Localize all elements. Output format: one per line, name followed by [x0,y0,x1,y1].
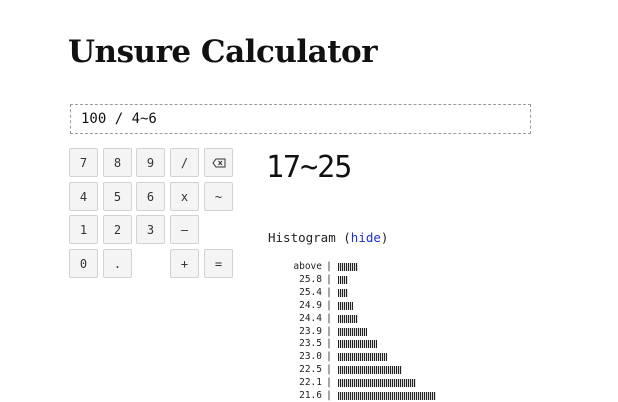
histogram-row-separator: | [326,338,332,350]
histogram-bar [338,288,348,297]
histogram-row: 23.9 | [270,326,336,338]
key-5-label: 5 [113,189,122,204]
histogram-row-label: 24.4 [299,312,322,324]
key-7[interactable]: 7 [69,148,98,177]
histogram-row-label: 22.5 [299,364,322,376]
key-6-label: 6 [146,189,155,204]
histogram-heading: Histogram [268,230,336,245]
histogram-open-paren: ( [343,230,351,245]
result-display: 17~25 [266,150,352,185]
histogram-row: 24.4 | [270,313,336,325]
key-0[interactable]: 0 [69,249,98,278]
key-multiply[interactable]: x [170,182,199,211]
histogram-row-separator: | [326,312,332,324]
histogram-row: above | [270,261,336,273]
key-tilde-label: ~ [214,189,223,204]
key-8[interactable]: 8 [103,148,132,177]
page-title: Unsure Calculator [68,34,378,70]
key-1[interactable]: 1 [69,215,98,244]
histogram-bar [338,263,358,271]
key-divide-label: / [180,155,189,170]
key-divide[interactable]: / [170,148,199,177]
key-4[interactable]: 4 [69,182,98,211]
key-decimal[interactable]: . [103,249,132,278]
key-2[interactable]: 2 [103,215,132,244]
histogram-bar [338,275,348,284]
histogram-bar [338,314,358,323]
histogram-bar [338,301,353,310]
histogram-header: Histogram (hide) [268,230,388,245]
histogram-row-label: 21.6 [299,390,322,401]
key-decimal-label: . [113,256,122,271]
key-plus-label: + [180,256,189,271]
key-2-label: 2 [113,222,122,237]
histogram-row-separator: | [326,261,332,272]
histogram-row-label: 23.9 [299,325,322,337]
key-0-label: 0 [79,256,88,271]
backspace-key[interactable] [204,148,233,177]
histogram-row: 25.4 | [270,287,336,299]
histogram-row: 24.9 | [270,300,336,312]
histogram-row-label: 23.0 [299,351,322,363]
histogram-row: 22.1 | [270,377,336,389]
histogram-bar [338,353,387,362]
histogram-row: 22.5 | [270,364,336,376]
key-1-label: 1 [79,222,88,237]
histogram-row-separator: | [326,351,332,363]
histogram-bar [338,340,377,349]
histogram-row-separator: | [326,325,332,337]
histogram-row-label: 23.5 [299,338,322,350]
histogram-row-label: 25.8 [299,273,322,285]
key-minus-label: – [180,222,189,237]
histogram-row-label: 25.4 [299,286,322,298]
histogram-row: 23.5 | [270,338,336,350]
histogram-row-separator: | [326,364,332,376]
key-7-label: 7 [79,155,88,170]
key-multiply-label: x [180,189,189,204]
histogram-hide-link[interactable]: hide [351,230,381,245]
histogram-close-paren: ) [380,230,389,245]
key-9-label: 9 [146,155,155,170]
key-3[interactable]: 3 [136,215,165,244]
key-equals-label: = [214,256,223,271]
histogram-row-label: above [293,261,322,272]
histogram-bar [338,379,416,388]
key-equals[interactable]: = [204,249,233,278]
key-plus[interactable]: + [170,249,199,278]
histogram-row-separator: | [326,299,332,311]
histogram-row-separator: | [326,273,332,285]
histogram-row-separator: | [326,286,332,298]
backspace-icon [211,158,226,168]
histogram-row-label: 24.9 [299,299,322,311]
histogram-row: 23.0 | [270,351,336,363]
key-6[interactable]: 6 [136,182,165,211]
key-3-label: 3 [146,222,155,237]
histogram-row: 21.6 | [270,390,336,402]
histogram-bar [338,392,436,400]
histogram-row-label: 22.1 [299,377,322,389]
expression-input[interactable] [70,104,531,134]
key-4-label: 4 [79,189,88,204]
histogram-row-separator: | [326,390,332,401]
key-tilde[interactable]: ~ [204,182,233,211]
key-5[interactable]: 5 [103,182,132,211]
key-8-label: 8 [113,155,122,170]
histogram-row-separator: | [326,377,332,389]
key-9[interactable]: 9 [136,148,165,177]
histogram-bar [338,366,402,375]
histogram-bar [338,327,367,336]
key-minus[interactable]: – [170,215,199,244]
histogram-row: 25.8 | [270,274,336,286]
